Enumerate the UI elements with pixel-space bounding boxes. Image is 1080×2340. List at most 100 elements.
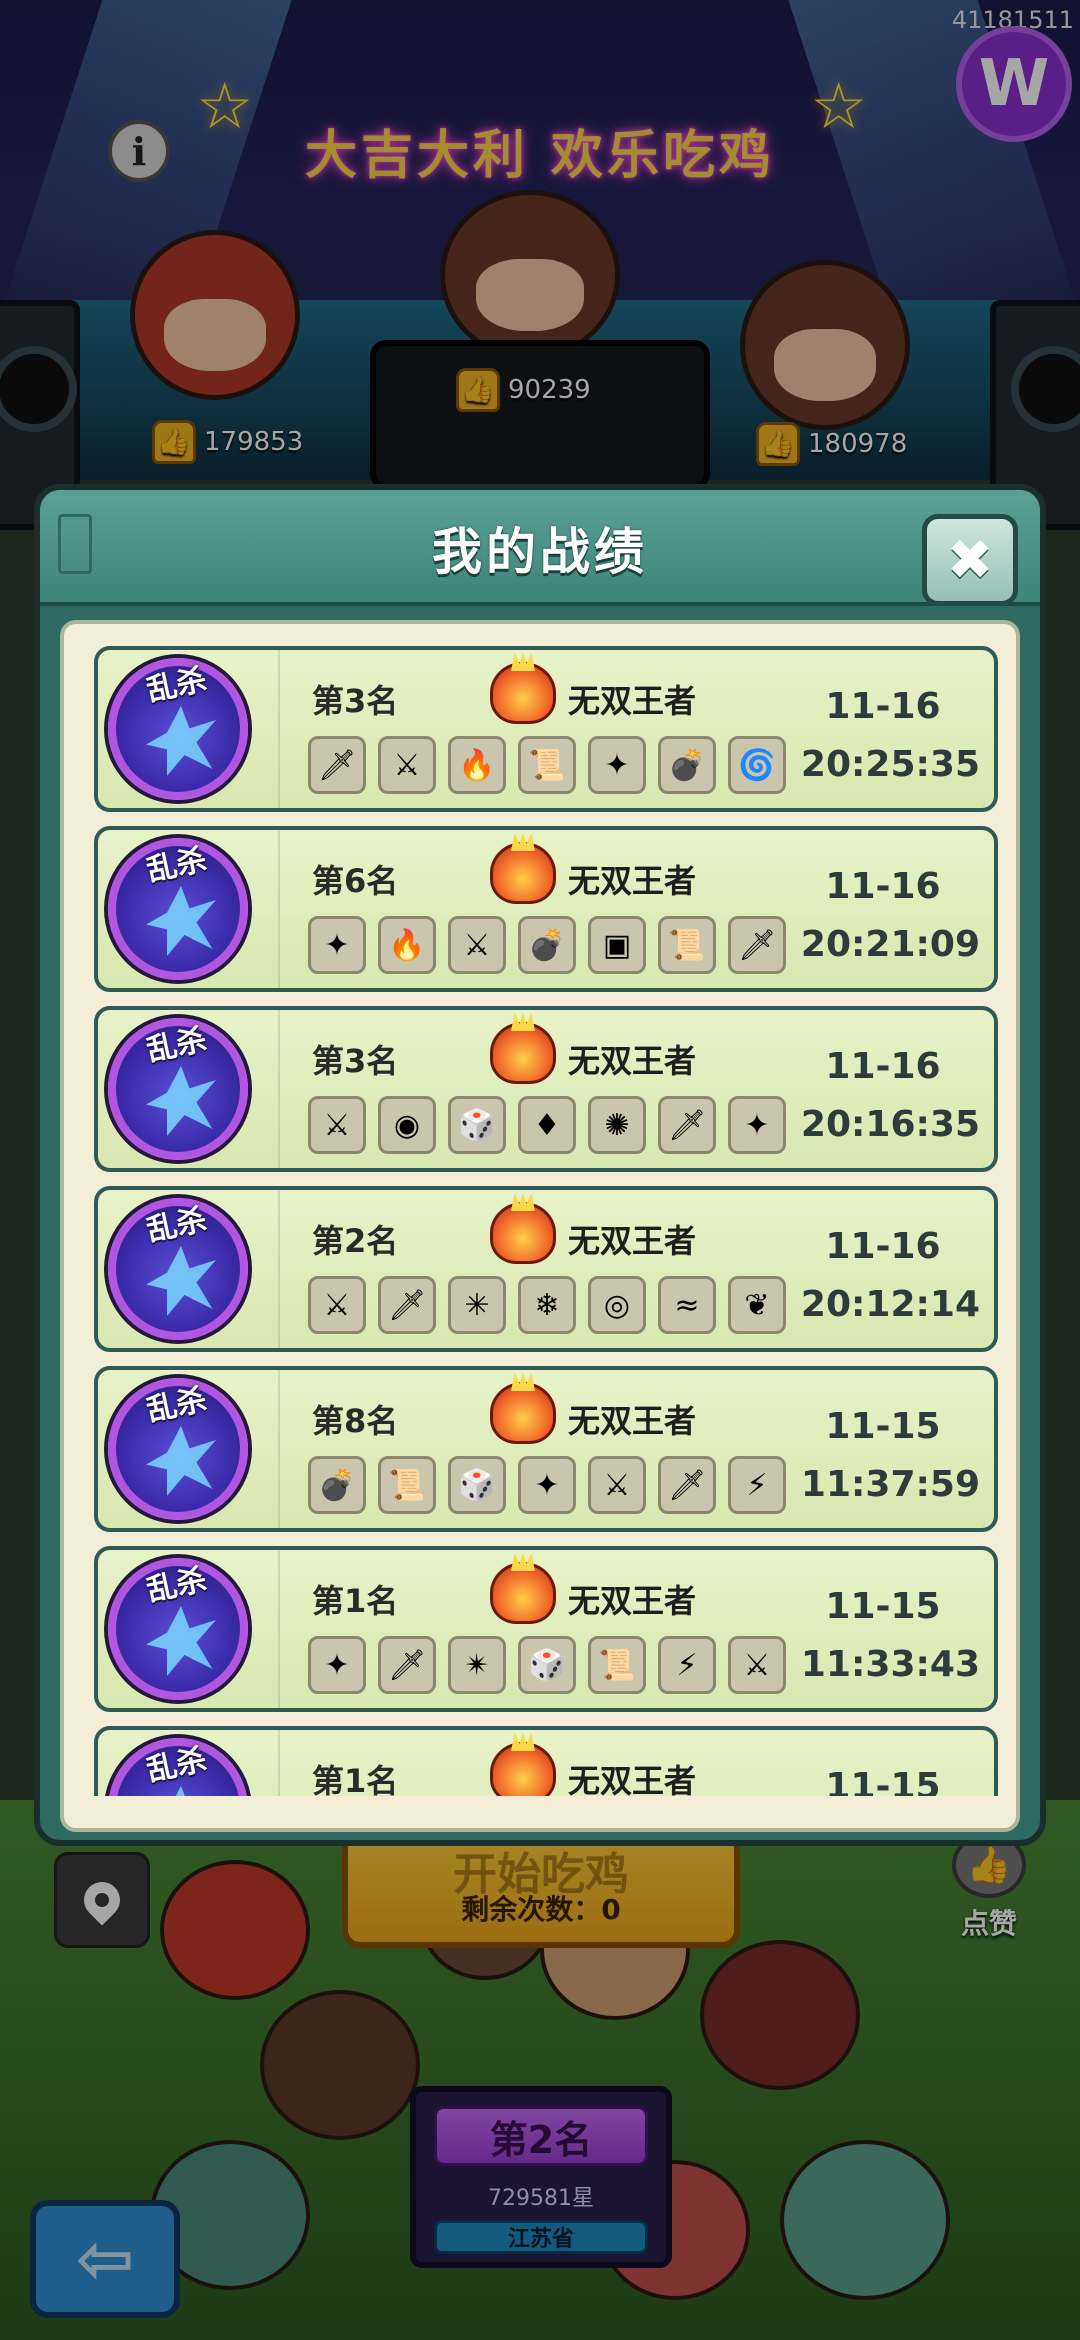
record-divider xyxy=(278,830,280,988)
mode-label: 乱杀 xyxy=(143,1562,210,1609)
record-card[interactable]: 乱杀 第1名 无双王者 11-15 11:33:43 ✦ 🗡 ✴ 🎲 📜 ⚡ ⚔ xyxy=(94,1546,998,1712)
mode-label: 乱杀 xyxy=(143,1202,210,1249)
record-card[interactable]: 乱杀 第6名 无双王者 11-16 20:21:09 ✦ 🔥 ⚔ 💣 ▣ 📜 🗡 xyxy=(94,826,998,992)
ice-sword-icon[interactable]: ⚔ xyxy=(588,1456,646,1514)
ice-sword-icon[interactable]: ⚔ xyxy=(448,916,506,974)
dragon-emblem-icon xyxy=(146,1426,216,1496)
record-card[interactable]: 乱杀 第1名 无双王者 11-15 xyxy=(94,1726,998,1796)
tier-crown-icon xyxy=(490,1202,556,1264)
record-time: 11:37:59 xyxy=(800,1464,980,1505)
record-divider xyxy=(278,650,280,808)
record-time: 20:16:35 xyxy=(800,1104,980,1145)
sword-gold-icon[interactable]: 🗡 xyxy=(378,1636,436,1694)
record-divider xyxy=(278,1730,280,1796)
fire-armor-icon[interactable]: 🔥 xyxy=(448,736,506,794)
ice-vortex-icon[interactable]: ◎ xyxy=(588,1276,646,1334)
scroll-icon[interactable]: 📜 xyxy=(658,916,716,974)
fire-burst-icon[interactable]: ✺ xyxy=(588,1096,646,1154)
record-card[interactable]: 乱杀 第8名 无双王者 11-15 11:37:59 💣 📜 🎲 ✦ ⚔ 🗡 ⚡ xyxy=(94,1366,998,1532)
ice-staff-icon[interactable]: ✦ xyxy=(308,916,366,974)
ice-shard-icon[interactable]: ✳ xyxy=(448,1276,506,1334)
red-crystal-icon[interactable]: ♦ xyxy=(518,1096,576,1154)
dice-icon[interactable]: 🎲 xyxy=(448,1096,506,1154)
dragon-emblem-icon xyxy=(146,1606,216,1676)
sword-gold-icon[interactable]: 🗡 xyxy=(658,1096,716,1154)
record-tier: 无双王者 xyxy=(568,1222,697,1260)
record-rank: 第1名 xyxy=(312,1582,399,1620)
ice-staff-icon[interactable]: ✦ xyxy=(728,1096,786,1154)
record-date: 11-16 xyxy=(825,686,941,727)
record-items: ⚔ ◉ 🎲 ♦ ✺ 🗡 ✦ xyxy=(308,1096,786,1154)
scroll-icon[interactable]: 📜 xyxy=(588,1636,646,1694)
tier-crown-icon xyxy=(490,662,556,724)
dragon-emblem-icon xyxy=(146,1066,216,1136)
record-date: 11-16 xyxy=(825,1226,941,1267)
fire-slash-icon[interactable]: ⚡ xyxy=(728,1456,786,1514)
ice-staff-icon[interactable]: ✦ xyxy=(518,1456,576,1514)
record-items: ✦ 🔥 ⚔ 💣 ▣ 📜 🗡 xyxy=(308,916,786,974)
battle-record-modal: 我的战绩 ✖ 乱杀 第3名 无双王者 11-16 20:25:35 🗡 ⚔ 🔥 📜 ✦ 💣 🌀 乱杀 第6… xyxy=(34,484,1046,1846)
mode-label: 乱杀 xyxy=(143,1022,210,1069)
mode-badge-icon: 乱杀 xyxy=(108,1378,248,1520)
dragon-emblem-icon xyxy=(146,886,216,956)
record-card[interactable]: 乱杀 第3名 无双王者 11-16 20:25:35 🗡 ⚔ 🔥 📜 ✦ 💣 🌀 xyxy=(94,646,998,812)
skull-bomb-icon[interactable]: 💣 xyxy=(518,916,576,974)
mode-label: 乱杀 xyxy=(143,1742,210,1789)
scroll-icon[interactable]: 📜 xyxy=(378,1456,436,1514)
scroll-icon[interactable]: 📜 xyxy=(518,736,576,794)
mode-badge-icon: 乱杀 xyxy=(108,1558,248,1700)
mode-badge-icon: 乱杀 xyxy=(108,1198,248,1340)
record-rank: 第1名 xyxy=(312,1762,399,1796)
tier-crown-icon xyxy=(490,1382,556,1444)
ice-sword-icon[interactable]: ⚔ xyxy=(378,736,436,794)
fire-ring-icon[interactable]: 🌀 xyxy=(728,736,786,794)
record-tier: 无双王者 xyxy=(568,1402,697,1440)
record-card[interactable]: 乱杀 第2名 无双王者 11-16 20:12:14 ⚔ 🗡 ✳ ❄ ◎ ≈ ❦ xyxy=(94,1186,998,1352)
water-wave-icon[interactable]: ≈ xyxy=(658,1276,716,1334)
record-items: ⚔ 🗡 ✳ ❄ ◎ ≈ ❦ xyxy=(308,1276,786,1334)
fire-slash-icon[interactable]: ⚡ xyxy=(658,1636,716,1694)
record-tier: 无双王者 xyxy=(568,1762,697,1796)
record-time: 20:25:35 xyxy=(800,744,980,785)
record-date: 11-15 xyxy=(825,1586,941,1627)
modal-title: 我的战绩 xyxy=(432,523,648,581)
mode-label: 乱杀 xyxy=(143,1382,210,1429)
record-divider xyxy=(278,1190,280,1348)
purple-box-icon[interactable]: ▣ xyxy=(588,916,646,974)
sword-gold-icon[interactable]: 🗡 xyxy=(728,916,786,974)
skull-bomb-icon[interactable]: 💣 xyxy=(658,736,716,794)
dice-icon[interactable]: 🎲 xyxy=(518,1636,576,1694)
dragon-emblem-icon xyxy=(146,1246,216,1316)
ice-sword-icon[interactable]: ⚔ xyxy=(308,1276,366,1334)
ice-sword-icon[interactable]: ⚔ xyxy=(728,1636,786,1694)
records-list[interactable]: 乱杀 第3名 无双王者 11-16 20:25:35 🗡 ⚔ 🔥 📜 ✦ 💣 🌀 乱杀 第6名 无双王者 11… xyxy=(94,646,998,1796)
sword-gold-icon[interactable]: 🗡 xyxy=(308,736,366,794)
ice-staff-icon[interactable]: ✦ xyxy=(308,1636,366,1694)
purple-orb-icon[interactable]: ◉ xyxy=(378,1096,436,1154)
record-date: 11-16 xyxy=(825,1046,941,1087)
sword-gold-icon[interactable]: 🗡 xyxy=(658,1456,716,1514)
close-icon: ✖ xyxy=(946,527,994,593)
dice-icon[interactable]: 🎲 xyxy=(448,1456,506,1514)
record-rank: 第2名 xyxy=(312,1222,399,1260)
modal-body: 乱杀 第3名 无双王者 11-16 20:25:35 🗡 ⚔ 🔥 📜 ✦ 💣 🌀 乱杀 第6名 无双王者 11… xyxy=(60,620,1020,1832)
tier-crown-icon xyxy=(490,1742,556,1796)
dragon-emblem-icon xyxy=(146,706,216,776)
fire-armor-icon[interactable]: 🔥 xyxy=(378,916,436,974)
ice-burst-icon[interactable]: ✴ xyxy=(448,1636,506,1694)
record-rank: 第3名 xyxy=(312,1042,399,1080)
record-divider xyxy=(278,1550,280,1708)
record-time: 11:33:43 xyxy=(800,1644,980,1685)
record-time: 20:21:09 xyxy=(800,924,980,965)
ice-sword-icon[interactable]: ⚔ xyxy=(308,1096,366,1154)
record-divider xyxy=(278,1370,280,1528)
sword-gold-icon[interactable]: 🗡 xyxy=(378,1276,436,1334)
ice-armor-icon[interactable]: ❄ xyxy=(518,1276,576,1334)
ice-staff-icon[interactable]: ✦ xyxy=(588,736,646,794)
close-button[interactable]: ✖ xyxy=(922,514,1018,606)
skull-bomb-icon[interactable]: 💣 xyxy=(308,1456,366,1514)
mode-badge-icon: 乱杀 xyxy=(108,1738,248,1796)
record-card[interactable]: 乱杀 第3名 无双王者 11-16 20:16:35 ⚔ ◉ 🎲 ♦ ✺ 🗡 ✦ xyxy=(94,1006,998,1172)
green-leaf-icon[interactable]: ❦ xyxy=(728,1276,786,1334)
mode-label: 乱杀 xyxy=(143,842,210,889)
